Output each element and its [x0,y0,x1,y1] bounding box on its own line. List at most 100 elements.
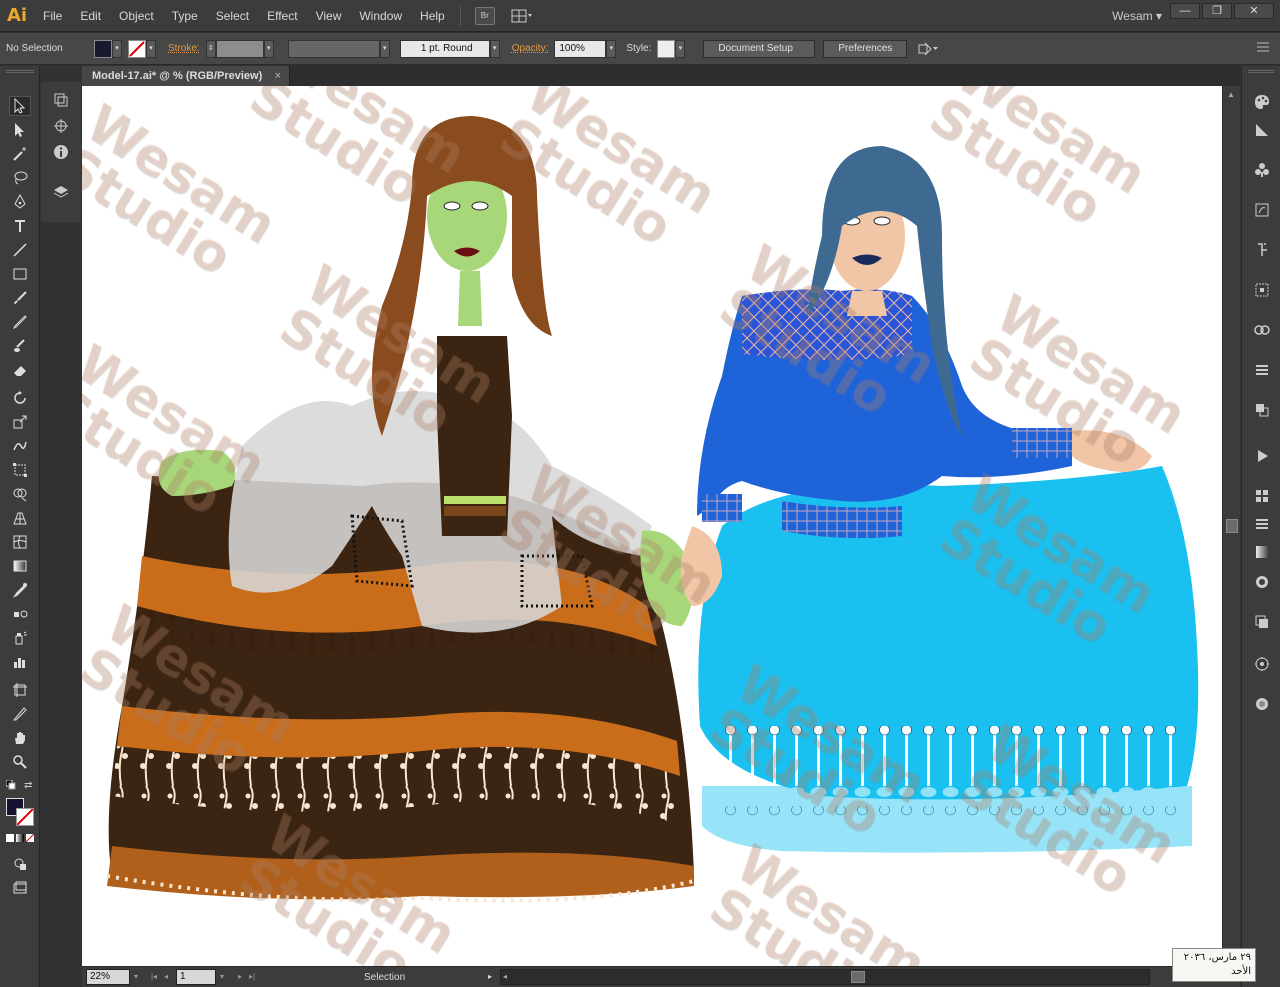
brush-definition-dropdown[interactable]: ▾ [489,39,500,58]
eyedropper-icon[interactable] [9,580,31,600]
gradient-tool-icon[interactable] [9,556,31,576]
stroke-swatch[interactable] [128,39,146,58]
color-guide-icon[interactable] [1252,120,1272,140]
shape-builder-icon[interactable] [9,484,31,504]
rectangle-tool-icon[interactable] [9,264,31,284]
scale-tool-icon[interactable] [9,412,31,432]
hand-tool-icon[interactable] [9,728,31,748]
swap-colors-icon[interactable]: ⇄ [24,780,32,791]
color-panel-icon[interactable] [1252,92,1272,112]
status-menu-icon[interactable]: ▸ [484,969,496,985]
navigator-icon[interactable] [51,116,71,136]
transparency-icon[interactable] [1252,360,1272,380]
info-icon[interactable] [51,142,71,162]
appearance-icon[interactable] [1252,400,1272,420]
pathfinder-icon[interactable] [1252,654,1272,674]
scroll-left-icon[interactable]: ◂ [503,972,507,981]
menu-type[interactable]: Type [163,0,207,32]
symbol-sprayer-icon[interactable] [9,628,31,648]
panel-grip[interactable] [6,70,34,73]
first-artboard-icon[interactable]: |◂ [148,969,160,985]
brush-definition-field[interactable]: 1 pt. Round [399,39,490,58]
artboards-panel-icon[interactable] [51,90,71,110]
menu-object[interactable]: Object [110,0,163,32]
stroke-color-box[interactable] [16,808,34,826]
artboard-dropdown-icon[interactable]: ▾ [216,969,228,985]
perspective-grid-icon[interactable] [9,508,31,528]
document-info-icon[interactable] [1252,694,1272,714]
stroke-weight-dropdown[interactable]: ▾ [263,39,274,58]
swatches-icon[interactable] [1252,160,1272,180]
type-tool-icon[interactable] [9,216,31,236]
lasso-icon[interactable] [9,168,31,188]
screen-mode-icon[interactable] [9,878,31,898]
gradient-mode-button[interactable] [16,834,24,842]
layers-icon[interactable] [1252,486,1272,506]
warp-tool-icon[interactable] [9,436,31,456]
free-transform-icon[interactable] [9,460,31,480]
symbols-icon[interactable] [1252,240,1272,260]
restore-button[interactable]: ❐ [1202,3,1232,19]
draw-mode-icon[interactable] [9,854,31,874]
rotate-tool-icon[interactable] [9,388,31,408]
horizontal-scrollbar-thumb[interactable] [851,971,865,983]
workspace-switcher[interactable]: Wesam ▾ [1112,0,1162,32]
fill-swatch[interactable] [94,39,112,58]
artboard-canvas[interactable]: Wesam Studio Wesam Studio Wesam Studio W… [82,86,1222,966]
preferences-button[interactable]: Preferences [823,39,908,58]
magic-wand-icon[interactable] [9,144,31,164]
document-setup-button[interactable]: Document Setup [703,39,816,58]
paintbrush-icon[interactable] [9,288,31,308]
stroke-weight-stepper[interactable]: ⇕ [205,39,216,58]
menu-file[interactable]: File [34,0,71,32]
brushes-icon[interactable] [1252,200,1272,220]
artboards-icon[interactable] [1252,514,1272,534]
column-graph-icon[interactable] [9,652,31,672]
variable-width-profile[interactable] [287,39,380,58]
menu-view[interactable]: View [307,0,351,32]
none-mode-button[interactable] [26,834,34,842]
menu-window[interactable]: Window [350,0,411,32]
artboard-tool-icon[interactable] [9,680,31,700]
stroke-weight-field[interactable] [215,39,264,58]
blend-tool-icon[interactable] [9,604,31,624]
gradient-icon[interactable] [1252,320,1272,340]
zoom-field[interactable]: 22% [86,969,130,985]
opacity-dropdown[interactable]: ▾ [606,39,617,58]
vertical-scrollbar[interactable]: ▲ ▼ [1222,86,1240,966]
close-button[interactable]: ✕ [1234,3,1274,19]
graphic-style-swatch[interactable] [657,39,676,58]
default-colors-icon[interactable] [5,779,16,793]
scrollbar-thumb[interactable] [1226,519,1238,533]
pencil-icon[interactable] [9,312,31,332]
zoom-tool-icon[interactable] [9,752,31,772]
mesh-tool-icon[interactable] [9,532,31,552]
taskbar-clock[interactable]: ٢٩ مارس، ٢٠٣٦ الأحد [1172,948,1256,982]
pen-tool-icon[interactable] [9,192,31,212]
menu-edit[interactable]: Edit [71,0,110,32]
scroll-up-icon[interactable]: ▲ [1227,90,1235,99]
document-tab[interactable]: Model-17.ai* @ % (RGB/Preview) × [82,66,290,86]
direct-selection-tool-icon[interactable] [9,120,31,140]
minimize-button[interactable]: — [1170,3,1200,19]
layers-panel-icon[interactable] [51,182,71,202]
stroke-panel-link[interactable]: Stroke: [168,43,200,54]
zoom-dropdown-icon[interactable]: ▾ [130,969,142,985]
close-tab-icon[interactable]: × [275,66,281,86]
last-artboard-icon[interactable]: ▸| [246,969,258,985]
eraser-icon[interactable] [9,360,31,380]
bridge-button[interactable]: Br [474,6,495,25]
stroke-dropdown[interactable]: ▾ [146,39,156,58]
slice-tool-icon[interactable] [9,704,31,724]
graphic-styles-icon[interactable] [1252,446,1272,466]
line-tool-icon[interactable] [9,240,31,260]
opacity-field[interactable]: 100% [554,39,607,58]
menu-effect[interactable]: Effect [258,0,306,32]
panel-menu-icon[interactable] [1256,41,1270,56]
horizontal-scrollbar[interactable]: ◂ [500,969,1150,985]
color-mode-button[interactable] [6,834,14,842]
menu-select[interactable]: Select [207,0,258,32]
arrange-documents-button[interactable] [509,7,535,25]
transform-icon[interactable] [1252,612,1272,632]
align-icon[interactable] [1252,572,1272,592]
